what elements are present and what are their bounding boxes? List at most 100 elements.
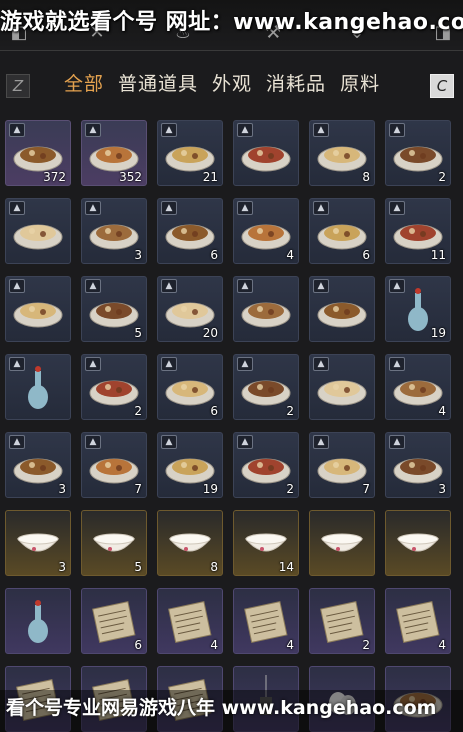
inventory-slot[interactable]: ▲ 4	[385, 354, 451, 420]
category-tabs: 全部 普通道具 外观 消耗品 原料	[64, 68, 380, 100]
inventory-slot[interactable]: ▲ 6	[157, 354, 223, 420]
inventory-slot[interactable]	[385, 510, 451, 576]
grade-icon: ▲	[389, 201, 405, 215]
inventory-slot[interactable]: ▲	[309, 276, 375, 342]
item-quantity: 4	[286, 638, 294, 652]
grade-icon: ▲	[85, 435, 101, 449]
inventory-slot[interactable]: ▲ 7	[81, 432, 147, 498]
item-quantity: 3	[438, 482, 446, 496]
item-quantity: 2	[286, 404, 294, 418]
tab-common-items[interactable]: 普通道具	[118, 68, 198, 100]
grade-icon: ▲	[237, 357, 253, 371]
inventory-slot[interactable]: ▲	[233, 120, 299, 186]
grade-icon: ▲	[389, 435, 405, 449]
item-quantity: 2	[438, 170, 446, 184]
inventory-slot[interactable]: ▲ 2	[233, 432, 299, 498]
item-quantity: 5	[134, 326, 142, 340]
tab-consumables[interactable]: 消耗品	[266, 68, 326, 100]
item-quantity: 7	[134, 482, 142, 496]
grade-icon: ▲	[9, 201, 25, 215]
inventory-slot[interactable]: 4	[233, 588, 299, 654]
inventory-slot[interactable]: ▲	[309, 354, 375, 420]
grade-icon: ▲	[9, 357, 25, 371]
item-quantity: 352	[119, 170, 142, 184]
item-quantity: 2	[134, 404, 142, 418]
inventory-slot[interactable]: ▲ 5	[81, 276, 147, 342]
inventory-slot[interactable]: 5	[81, 510, 147, 576]
item-quantity: 4	[438, 638, 446, 652]
grade-icon: ▲	[237, 279, 253, 293]
grade-icon: ▲	[313, 123, 329, 137]
inventory-slot[interactable]: 6	[81, 588, 147, 654]
item-quantity: 7	[362, 482, 370, 496]
tab-all[interactable]: 全部	[64, 68, 104, 100]
inventory-slot[interactable]: ▲ 352	[81, 120, 147, 186]
inventory-slot[interactable]	[309, 510, 375, 576]
inventory-slot[interactable]: ▲ 3	[5, 432, 71, 498]
next-tab-key[interactable]: C	[430, 74, 454, 98]
prev-tab-key[interactable]: Z	[6, 74, 30, 98]
grade-icon: ▲	[313, 201, 329, 215]
inventory-slot[interactable]: ▲ 8	[309, 120, 375, 186]
item-quantity: 4	[438, 404, 446, 418]
grade-icon: ▲	[85, 123, 101, 137]
inventory-slot[interactable]: ▲ 19	[157, 432, 223, 498]
grade-icon: ▲	[237, 123, 253, 137]
inventory-slot[interactable]: ▲ 4	[233, 198, 299, 264]
item-quantity: 11	[430, 248, 446, 262]
item-quantity: 6	[210, 248, 218, 262]
watermark-top: 游戏就选看个号 网址：www.kangehao.com	[0, 10, 463, 35]
inventory-slot[interactable]: 4	[385, 588, 451, 654]
grade-icon: ▲	[313, 435, 329, 449]
grade-icon: ▲	[237, 435, 253, 449]
item-quantity: 4	[210, 638, 218, 652]
inventory-slot[interactable]: 3	[5, 510, 71, 576]
item-quantity: 2	[362, 638, 370, 652]
inventory-slot[interactable]: ▲	[5, 276, 71, 342]
inventory-slot[interactable]: ▲ 2	[385, 120, 451, 186]
tab-materials[interactable]: 原料	[340, 68, 380, 100]
grade-icon: ▲	[237, 201, 253, 215]
grade-icon: ▲	[161, 201, 177, 215]
item-quantity: 8	[362, 170, 370, 184]
grade-icon: ▲	[9, 123, 25, 137]
inventory-slot[interactable]: 8	[157, 510, 223, 576]
inventory-grid: ▲ 372 ▲ 352 ▲ 21 ▲ ▲ 8 ▲ 2 ▲ ▲ 3 ▲ 6 ▲ 4 ▲ 6 ▲ 11 ▲ ▲ 5 ▲ 20 ▲ ▲ ▲ 19 ▲…	[5, 120, 461, 732]
inventory-slot[interactable]: ▲	[5, 354, 71, 420]
grade-icon: ▲	[161, 123, 177, 137]
inventory-slot[interactable]: ▲ 7	[309, 432, 375, 498]
inventory-slot[interactable]: 4	[157, 588, 223, 654]
grade-icon: ▲	[85, 201, 101, 215]
item-quantity: 19	[430, 326, 446, 340]
inventory-slot[interactable]: ▲ 2	[81, 354, 147, 420]
grade-icon: ▲	[313, 279, 329, 293]
inventory-slot[interactable]: 2	[309, 588, 375, 654]
inventory-slot[interactable]: ▲ 2	[233, 354, 299, 420]
grade-icon: ▲	[313, 357, 329, 371]
inventory-slot[interactable]: ▲ 6	[309, 198, 375, 264]
item-quantity: 2	[286, 482, 294, 496]
grade-icon: ▲	[389, 123, 405, 137]
item-quantity: 14	[278, 560, 294, 574]
inventory-slot[interactable]: ▲ 3	[385, 432, 451, 498]
tab-appearance[interactable]: 外观	[212, 68, 252, 100]
inventory-slot[interactable]: ▲ 19	[385, 276, 451, 342]
grade-icon: ▲	[161, 435, 177, 449]
inventory-slot[interactable]: ▲ 6	[157, 198, 223, 264]
item-quantity: 3	[58, 482, 66, 496]
item-quantity: 6	[362, 248, 370, 262]
item-quantity: 372	[43, 170, 66, 184]
grade-icon: ▲	[389, 279, 405, 293]
inventory-slot[interactable]: ▲ 20	[157, 276, 223, 342]
inventory-slot[interactable]: ▲	[233, 276, 299, 342]
inventory-slot[interactable]: ▲ 21	[157, 120, 223, 186]
inventory-slot[interactable]: ▲ 372	[5, 120, 71, 186]
inventory-slot[interactable]: ▲	[5, 198, 71, 264]
item-quantity: 5	[134, 560, 142, 574]
inventory-slot[interactable]: ▲ 3	[81, 198, 147, 264]
grade-icon: ▲	[85, 357, 101, 371]
inventory-slot[interactable]: 14	[233, 510, 299, 576]
inventory-slot[interactable]: ▲ 11	[385, 198, 451, 264]
inventory-slot[interactable]	[5, 588, 71, 654]
grade-icon: ▲	[9, 279, 25, 293]
